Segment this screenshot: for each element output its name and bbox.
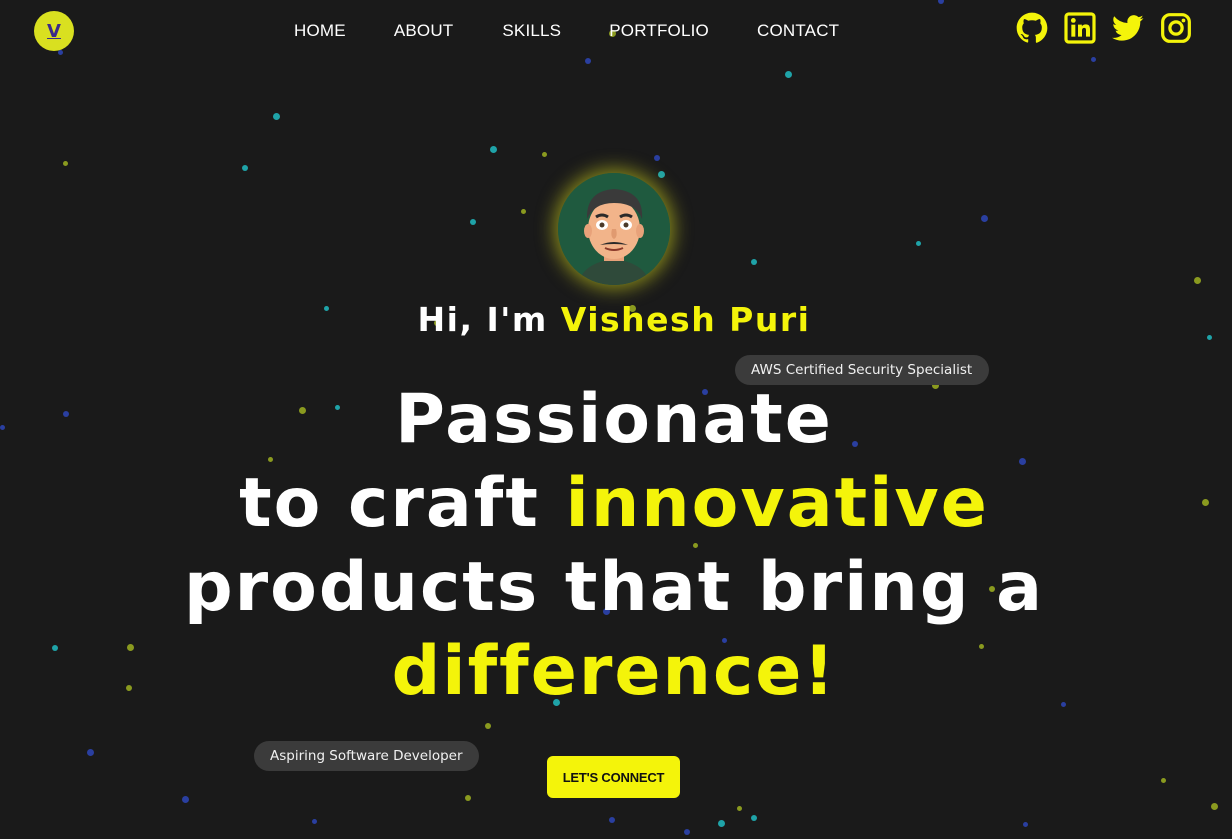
particle-dot [485,723,491,729]
particle-dot [520,208,526,214]
particle-dot [784,70,792,78]
greeting: Hi, I'm Vishesh Puri [0,300,1228,339]
nav-skills[interactable]: SKILLS [502,18,561,44]
logo-button[interactable]: V [34,11,74,51]
particle-dot [736,805,742,811]
particle-dot [1090,56,1096,62]
badge-role: Aspiring Software Developer [254,741,479,771]
headline-line-1: Passionate [395,380,833,459]
hero-headline: Passionate to craft innovative products … [0,378,1228,714]
particle-dot [657,170,665,178]
particle-dot [62,160,68,166]
particle-dot [609,817,615,823]
particle-dot [938,0,944,4]
particle-dot [1022,821,1028,827]
particle-dot [751,259,757,265]
avatar-illustration [558,173,670,285]
particle-dot [272,112,280,120]
particle-dot [585,58,591,64]
particle-dot [1160,777,1166,783]
particle-dot [915,240,921,246]
headline-highlight-innovative: innovative [565,464,989,543]
page: V HOME ABOUT SKILLS PORTFOLIO CONTACT Hi… [0,0,1232,839]
logo-letter: V [47,20,61,42]
particle-dot [751,815,757,821]
particle-dot [980,214,988,222]
nav-contact[interactable]: CONTACT [757,18,839,44]
particle-dot [242,165,248,171]
lets-connect-button[interactable]: LET'S CONNECT [547,756,680,798]
twitter-icon[interactable] [1112,12,1144,44]
particle-dot [1210,802,1218,810]
headline-line-2-prefix: to craft [239,464,566,543]
nav-home[interactable]: HOME [294,18,346,44]
social-links [1016,12,1192,44]
particle-dot [1193,276,1201,284]
headline-line-3: products that bring a [183,548,1045,627]
main-nav: HOME ABOUT SKILLS PORTFOLIO CONTACT [294,18,839,44]
headline-highlight-difference: difference! [391,632,837,711]
particle-dot [465,795,471,801]
particle-dot [181,795,189,803]
particle-dot [86,748,94,756]
particle-dot [684,829,690,835]
particle-dot [654,155,660,161]
nav-about[interactable]: ABOUT [394,18,454,44]
nav-portfolio[interactable]: PORTFOLIO [609,18,709,44]
instagram-icon[interactable] [1160,12,1192,44]
avatar [558,173,670,285]
person-name: Vishesh Puri [560,300,811,339]
particle-dot [470,219,476,225]
particle-dot [717,819,725,827]
particle-dot [541,151,547,157]
particle-dot [311,818,317,824]
linkedin-icon[interactable] [1064,12,1096,44]
github-icon[interactable] [1016,12,1048,44]
greeting-prefix: Hi, I'm [417,300,561,339]
headline-line-2: to craft innovative [0,462,1228,546]
particle-dot [489,145,497,153]
